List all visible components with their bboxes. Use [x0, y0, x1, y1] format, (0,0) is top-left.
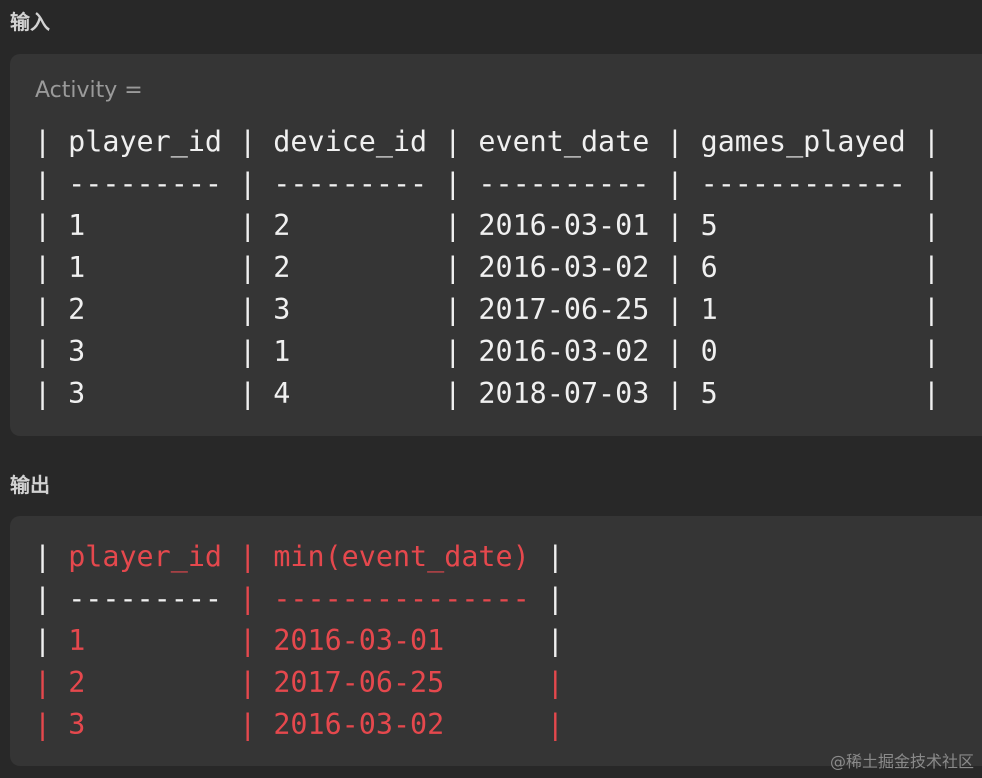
input-code-panel: Activity = | player_id | device_id | eve…: [10, 54, 982, 436]
table-caption: Activity =: [35, 78, 143, 103]
output-separator-row: | --------- | --------------- |: [34, 582, 564, 615]
table-header-row: | player_id | device_id | event_date | g…: [34, 125, 940, 158]
input-heading: 输入: [10, 10, 50, 34]
input-table: | player_id | device_id | event_date | g…: [34, 121, 940, 415]
table-row: | 3 | 1 | 2016-03-02 | 0 |: [34, 335, 940, 368]
output-row: | 3 | 2016-03-02 |: [34, 708, 564, 741]
output-header-row: | player_id | min(event_date) |: [34, 540, 564, 573]
table-row: | 3 | 4 | 2018-07-03 | 5 |: [34, 377, 940, 410]
output-code-panel: | player_id | min(event_date) | | ------…: [10, 516, 982, 766]
table-row: | 2 | 3 | 2017-06-25 | 1 |: [34, 293, 940, 326]
output-table: | player_id | min(event_date) | | ------…: [34, 536, 564, 746]
table-separator-row: | --------- | --------- | ---------- | -…: [34, 167, 940, 200]
output-row: | 2 | 2017-06-25 |: [34, 666, 564, 699]
table-row: | 1 | 2 | 2016-03-01 | 5 |: [34, 209, 940, 242]
watermark: @稀土掘金技术社区: [829, 752, 974, 771]
output-heading: 输出: [10, 473, 50, 497]
output-row: | 1 | 2016-03-01 |: [34, 624, 564, 657]
table-row: | 1 | 2 | 2016-03-02 | 6 |: [34, 251, 940, 284]
